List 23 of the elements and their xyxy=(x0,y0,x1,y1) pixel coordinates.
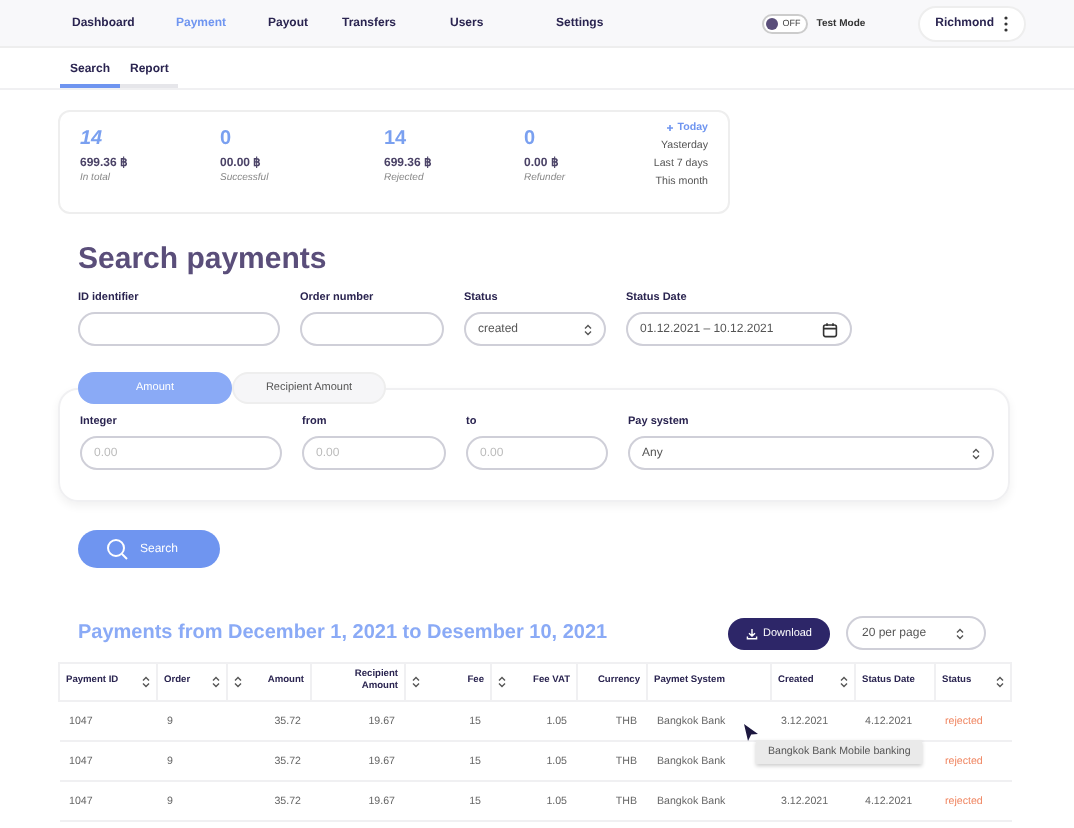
stat-count: 0 xyxy=(220,128,232,150)
input-field[interactable] xyxy=(300,312,444,346)
sort-icon[interactable] xyxy=(234,676,242,688)
stat-count: 14 xyxy=(80,128,103,150)
sort-icon[interactable] xyxy=(996,676,1004,688)
sort-icon[interactable] xyxy=(142,676,150,688)
stat-count: 14 xyxy=(384,128,407,150)
sort-icon[interactable] xyxy=(212,676,220,688)
page-title: Search payments xyxy=(78,242,329,276)
input-field[interactable] xyxy=(78,312,280,346)
search-icon xyxy=(106,538,128,560)
plus-icon xyxy=(665,124,674,132)
download-icon xyxy=(745,627,758,639)
sort-icon[interactable] xyxy=(412,676,420,688)
cursor-icon xyxy=(744,724,758,742)
calendar-icon xyxy=(822,321,838,337)
chevron-updown-icon xyxy=(584,323,592,335)
chevron-updown-icon xyxy=(956,627,964,639)
chevron-updown-icon xyxy=(972,447,980,459)
sort-icon[interactable] xyxy=(498,676,506,688)
stat-count: 0 xyxy=(524,128,536,150)
sort-icon[interactable] xyxy=(840,676,848,688)
results-title: Payments from December 1, 2021 to Desember 10, 2021 xyxy=(78,622,608,644)
